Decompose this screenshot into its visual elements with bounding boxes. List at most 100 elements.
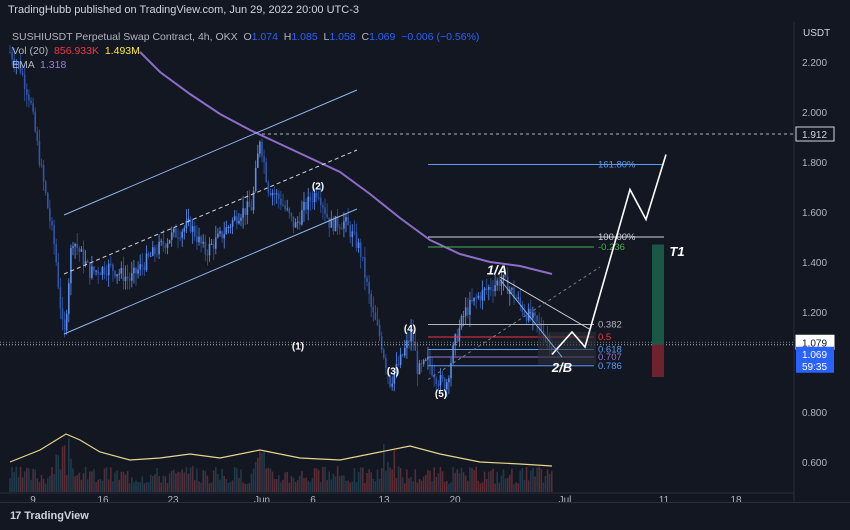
wave-label: 1/A <box>487 263 507 278</box>
volume-bar <box>542 482 545 492</box>
volume-bar <box>307 480 309 492</box>
volume-bar <box>341 475 343 492</box>
volume-bar <box>301 471 303 492</box>
candle-body <box>357 242 360 248</box>
candle-body <box>61 308 64 320</box>
candle-body <box>236 216 238 224</box>
candle-body <box>422 360 425 365</box>
candle-body <box>225 227 228 235</box>
fib-level-label: 0.382 <box>598 320 622 331</box>
wave-label: (2) <box>312 182 324 193</box>
volume-bar <box>355 482 358 492</box>
candle-body <box>191 226 194 232</box>
candle-body <box>378 324 381 337</box>
volume-bar <box>21 477 24 492</box>
candle-body <box>315 192 318 198</box>
volume-bar <box>456 469 459 492</box>
candle-body <box>114 270 116 277</box>
top-bar: TradingHubb published on TradingView.com… <box>0 0 850 22</box>
candle-body <box>280 198 282 205</box>
candle-body <box>404 347 406 356</box>
volume-bar <box>162 475 165 492</box>
volume-bar <box>364 483 366 492</box>
time-tick-label: 18 <box>730 495 742 502</box>
candle-body <box>309 196 312 202</box>
volume-bar <box>225 478 228 492</box>
candle-body <box>467 307 469 315</box>
candle-body <box>443 378 446 390</box>
volume-bar <box>477 480 480 492</box>
candle-body <box>488 287 490 290</box>
volume-bar <box>93 469 95 492</box>
candle-body <box>368 282 370 294</box>
volume-bar <box>257 457 259 492</box>
volume-bar <box>23 471 26 492</box>
chart-area[interactable]: 2.2002.0001.8001.6001.4001.2001.0000.800… <box>0 22 850 506</box>
volume-bar <box>170 471 173 492</box>
volume-bar <box>265 468 267 492</box>
candle-body <box>454 334 456 346</box>
volume-bar <box>91 471 93 492</box>
candle-body <box>471 299 473 302</box>
volume-bar <box>158 476 160 492</box>
candle-body <box>271 192 274 196</box>
legend-volume-label: Vol (20) <box>12 45 49 57</box>
candle-body <box>55 244 57 263</box>
volume-bar <box>278 474 280 492</box>
price-chart[interactable]: 2.2002.0001.8001.6001.4001.2001.0000.800… <box>0 22 850 506</box>
candle-body <box>362 256 364 258</box>
volume-bar <box>200 482 202 492</box>
candle-body <box>469 299 471 315</box>
volume-bar <box>215 467 217 492</box>
volume-bar <box>223 475 225 492</box>
candle-body <box>523 311 526 315</box>
volume-bar <box>494 483 496 492</box>
volume-bar <box>378 478 381 492</box>
volume-bar <box>194 480 196 492</box>
volume-bar <box>120 471 123 492</box>
volume-bar <box>408 478 410 492</box>
volume-bar <box>284 472 286 492</box>
volume-bar <box>317 470 320 492</box>
volume-bar <box>418 478 421 492</box>
volume-bar <box>173 469 175 492</box>
volume-bar <box>347 480 349 492</box>
chart-legend: SUSHIUSDT Perpetual Swap Contract, 4h, O… <box>12 30 479 72</box>
candle-body <box>124 276 127 282</box>
candle-body <box>244 208 246 215</box>
candle-body <box>147 253 150 256</box>
fib-level-label: -0.236 <box>598 242 625 253</box>
volume-bar <box>242 482 244 492</box>
volume-bar <box>488 471 490 492</box>
tradingview-logo-icon: 17 <box>10 510 21 522</box>
candle-body <box>292 216 295 228</box>
volume-bar <box>437 473 440 492</box>
volume-bar <box>530 470 532 492</box>
candle-body <box>519 297 522 305</box>
volume-bar <box>78 472 81 492</box>
candle-body <box>200 236 202 244</box>
volume-bar <box>263 452 265 492</box>
volume-bar <box>86 479 89 492</box>
legend-symbol: SUSHIUSDT Perpetual Swap Contract, 4h, O… <box>12 31 238 43</box>
price-tick-label: 2.000 <box>802 108 827 119</box>
candle-body <box>492 289 494 292</box>
candle-body <box>44 181 47 193</box>
candle-body <box>320 197 322 206</box>
legend-low: 1.058 <box>329 31 356 43</box>
volume-bar <box>395 477 398 492</box>
volume-bar <box>131 477 133 492</box>
volume-bar <box>448 483 450 492</box>
candle-body <box>429 356 431 366</box>
volume-bar <box>479 483 482 492</box>
candle-body <box>198 236 200 243</box>
legend-symbol-row: SUSHIUSDT Perpetual Swap Contract, 4h, O… <box>12 30 479 44</box>
volume-bar <box>275 479 278 492</box>
candle-body <box>97 270 99 274</box>
candle-body <box>458 327 461 342</box>
volume-bar <box>313 468 316 492</box>
candle-body <box>376 319 379 325</box>
candle-body <box>532 312 534 319</box>
candle-body <box>219 231 221 234</box>
tradingview-logo[interactable]: 17 TradingView <box>10 510 89 522</box>
